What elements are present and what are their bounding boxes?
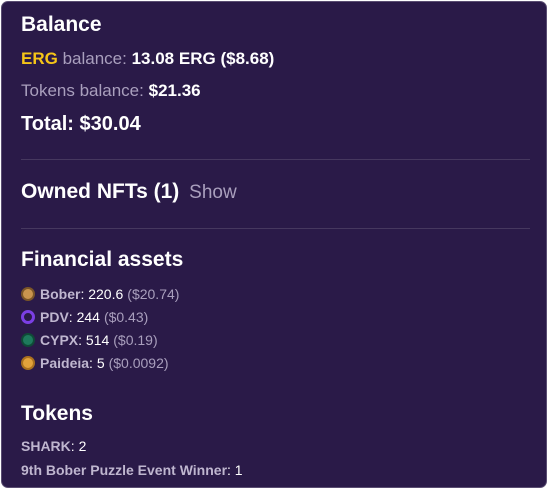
asset-amount: 244	[76, 309, 100, 325]
tokens-balance-value: $21.36	[148, 81, 201, 100]
total-value: $30.04	[79, 113, 141, 135]
paideia-icon	[21, 356, 35, 370]
divider	[21, 228, 530, 229]
tokens-balance-line: Tokens balance: $21.36	[21, 80, 201, 102]
asset-name: Paideia	[40, 355, 90, 371]
asset-amount: 5	[96, 355, 105, 371]
asset-row-paideia: Paideia: 5 ($0.0092)	[21, 353, 169, 373]
asset-usd-value: ($0.19)	[113, 332, 158, 348]
asset-usd-value: ($0.0092)	[108, 355, 169, 371]
erg-usd-value: ($8.68)	[220, 49, 275, 68]
erg-amount: 13.08	[131, 49, 175, 68]
token-name: SHARK	[21, 438, 71, 454]
asset-row-cypx: CYPX: 514 ($0.19)	[21, 330, 158, 350]
erg-label: ERG	[21, 49, 58, 68]
token-amount: 1	[234, 462, 243, 478]
total-label: Total:	[21, 113, 74, 135]
tokens-balance-label: Tokens balance:	[21, 81, 144, 100]
asset-usd-value: ($0.43)	[103, 309, 149, 325]
pdv-icon	[21, 310, 35, 324]
erg-balance-word: balance:	[62, 49, 127, 68]
financial-assets-heading: Financial assets	[21, 248, 184, 271]
asset-row-pdv: PDV: 244 ($0.43)	[21, 307, 148, 327]
token-amount: 2	[78, 438, 87, 454]
token-row-bober-puzzle: 9th Bober Puzzle Event Winner: 1	[21, 462, 243, 478]
cypx-icon	[21, 333, 35, 347]
asset-row-bober: Bober: 220.6 ($20.74)	[21, 284, 179, 304]
balance-heading: Balance	[21, 13, 102, 36]
total-line: Total: $30.04	[21, 112, 141, 136]
asset-amount: 514	[85, 332, 110, 348]
asset-amount: 220.6	[88, 286, 124, 302]
owned-nfts-heading: Owned NFTs (1) Show	[21, 180, 237, 205]
asset-usd-value: ($20.74)	[127, 286, 180, 302]
erg-balance-line: ERG balance: 13.08 ERG ($8.68)	[21, 48, 274, 70]
tokens-heading: Tokens	[21, 402, 93, 425]
bober-icon	[21, 287, 35, 301]
show-nfts-button[interactable]: Show	[189, 182, 237, 203]
erg-unit: ERG	[178, 49, 216, 68]
owned-nfts-count: (1)	[153, 180, 180, 203]
asset-name: Bober	[40, 286, 81, 302]
divider	[21, 159, 530, 160]
asset-name: CYPX	[40, 332, 79, 348]
owned-nfts-title: Owned NFTs	[21, 180, 148, 203]
token-name: 9th Bober Puzzle Event Winner	[21, 462, 228, 478]
asset-name: PDV	[40, 309, 69, 325]
token-row-shark: SHARK: 2	[21, 438, 87, 454]
wallet-balance-panel: Balance ERG balance: 13.08 ERG ($8.68) T…	[1, 1, 547, 488]
